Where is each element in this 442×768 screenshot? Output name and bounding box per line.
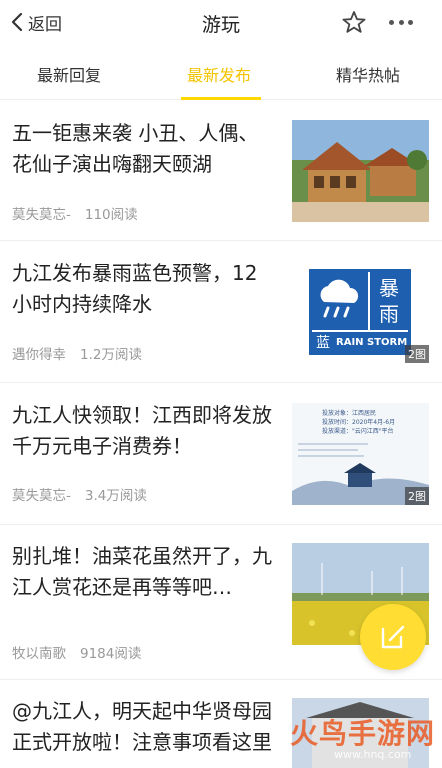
post-meta: 莫失莫忘- 110阅读	[12, 203, 138, 223]
post-item[interactable]: 九江人快领取！江西即将发放千万元电子消费券！ 莫失莫忘- 3.4万阅读 投放对象：…	[0, 383, 442, 525]
post-views: 9184阅读	[80, 646, 142, 662]
watermark-logo: 火鸟手游网 www.hnq.com	[290, 694, 442, 768]
post-item[interactable]: 九江发布暴雨蓝色预警，12小时内持续降水 遇你得幸 1.2万阅读 暴 雨 蓝 RA…	[0, 241, 442, 383]
post-title: 九江人快领取！江西即将发放千万元电子消费券！	[12, 403, 272, 458]
tab-bar: 最新回复 最新发布 精华热帖	[0, 44, 442, 100]
dot	[398, 19, 404, 25]
dot	[389, 19, 394, 25]
post-views: 3.4万阅读	[84, 488, 147, 504]
image-count-badge: 2图	[405, 345, 429, 363]
post-title: 九江发布暴雨蓝色预警，12小时内持续降水	[12, 261, 258, 316]
storm-char: 暴	[379, 276, 399, 300]
storm-char: 蓝	[316, 335, 330, 351]
post-author: 牧以南歌	[12, 646, 66, 662]
watermark-url: www.hnq.com	[334, 748, 412, 761]
post-thumbnail: 投放对象：江西居民 投放时间：2020年4月-6月 投放渠道："云闪江西"平台 …	[292, 403, 429, 505]
image-count-badge: 2图	[405, 487, 429, 505]
tab-featured[interactable]: 精华热帖	[336, 62, 400, 86]
post-views: 1.2万阅读	[80, 347, 142, 363]
edit-icon	[381, 625, 405, 649]
post-thumbnail: 暴 雨 蓝 RAIN STORM 2图	[292, 261, 429, 363]
storm-char: 雨	[379, 302, 399, 326]
post-meta: 莫失莫忘- 3.4万阅读	[12, 484, 147, 504]
watermark-text: 火鸟手游网	[290, 717, 436, 750]
compose-button[interactable]	[360, 604, 426, 670]
post-title: 五一钜惠来袭 小丑、人偶、花仙子演出嗨翻天颐湖	[12, 121, 259, 176]
post-author: 遇你得幸	[12, 347, 66, 363]
doc-line: 投放时间：2020年4月-6月	[322, 419, 396, 426]
post-thumbnail	[292, 120, 429, 222]
storm-label: RAIN STORM	[336, 336, 408, 348]
nav-bar: 返回 游玩	[0, 0, 442, 44]
storm-cloud-icon	[320, 279, 359, 318]
doc-line: 投放渠道："云闪江西"平台	[322, 428, 394, 435]
post-meta: 遇你得幸 1.2万阅读	[12, 343, 142, 363]
post-author: 莫失莫忘-	[12, 207, 71, 223]
post-item[interactable]: 五一钜惠来袭 小丑、人偶、花仙子演出嗨翻天颐湖 莫失莫忘- 110阅读	[0, 100, 442, 241]
post-author: 莫失莫忘-	[12, 488, 71, 504]
tab-latest-reply[interactable]: 最新回复	[37, 62, 101, 86]
post-views: 110阅读	[84, 207, 138, 223]
post-meta: 牧以南歌 9184阅读	[12, 642, 141, 662]
favorite-star-icon[interactable]	[341, 10, 367, 34]
post-title: @九江人，明天起中华贤母园正式开放啦！注意事项看这里	[12, 699, 272, 754]
page-title: 游玩	[201, 14, 240, 36]
post-title: 别扎堆！油菜花虽然开了，九江人赏花还是再等等吧…	[12, 544, 272, 599]
more-options-icon[interactable]	[386, 10, 416, 34]
dot	[408, 19, 413, 25]
tab-latest-post[interactable]: 最新发布	[187, 62, 251, 86]
doc-line: 投放对象：江西居民	[322, 410, 377, 417]
